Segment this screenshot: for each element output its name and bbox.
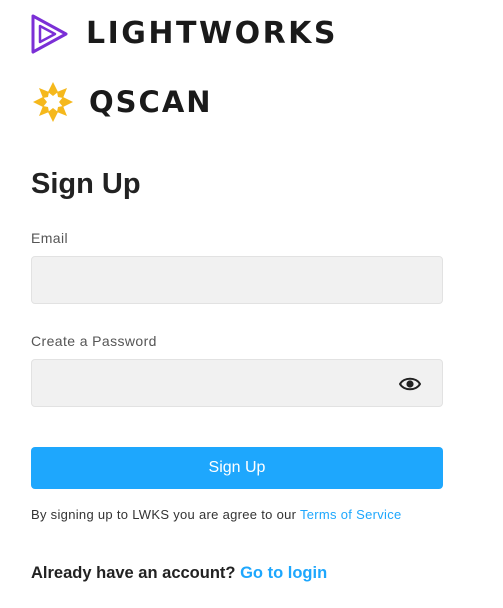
login-prompt-text: Already have an account? [31, 564, 236, 582]
page-title: Sign Up [31, 168, 141, 200]
qscan-wordmark: QSCAN [89, 85, 213, 119]
go-to-login-link[interactable]: Go to login [240, 564, 327, 582]
terms-text: By signing up to LWKS you are agree to o… [31, 507, 297, 522]
lightworks-play-icon [31, 14, 68, 54]
password-field[interactable] [32, 360, 442, 406]
password-label: Create a Password [31, 333, 157, 349]
email-field-container [31, 256, 443, 304]
sign-up-button[interactable]: Sign Up [31, 447, 443, 489]
password-field-container [31, 359, 443, 407]
qscan-logo: QSCAN [31, 80, 213, 124]
login-prompt: Already have an account? Go to login [31, 563, 327, 583]
lightworks-logo: LIGHTWORKS [31, 14, 338, 54]
email-field[interactable] [32, 257, 442, 303]
lightworks-wordmark: LIGHTWORKS [86, 16, 339, 51]
signup-page: LIGHTWORKS QSCAN Sign Up Email Create a … [0, 0, 503, 608]
eye-icon[interactable] [399, 375, 421, 393]
terms-of-service-link[interactable]: Terms of Service [300, 507, 402, 522]
qscan-flower-icon [33, 82, 73, 122]
terms-notice: By signing up to LWKS you are agree to o… [31, 507, 402, 523]
email-label: Email [31, 230, 69, 246]
